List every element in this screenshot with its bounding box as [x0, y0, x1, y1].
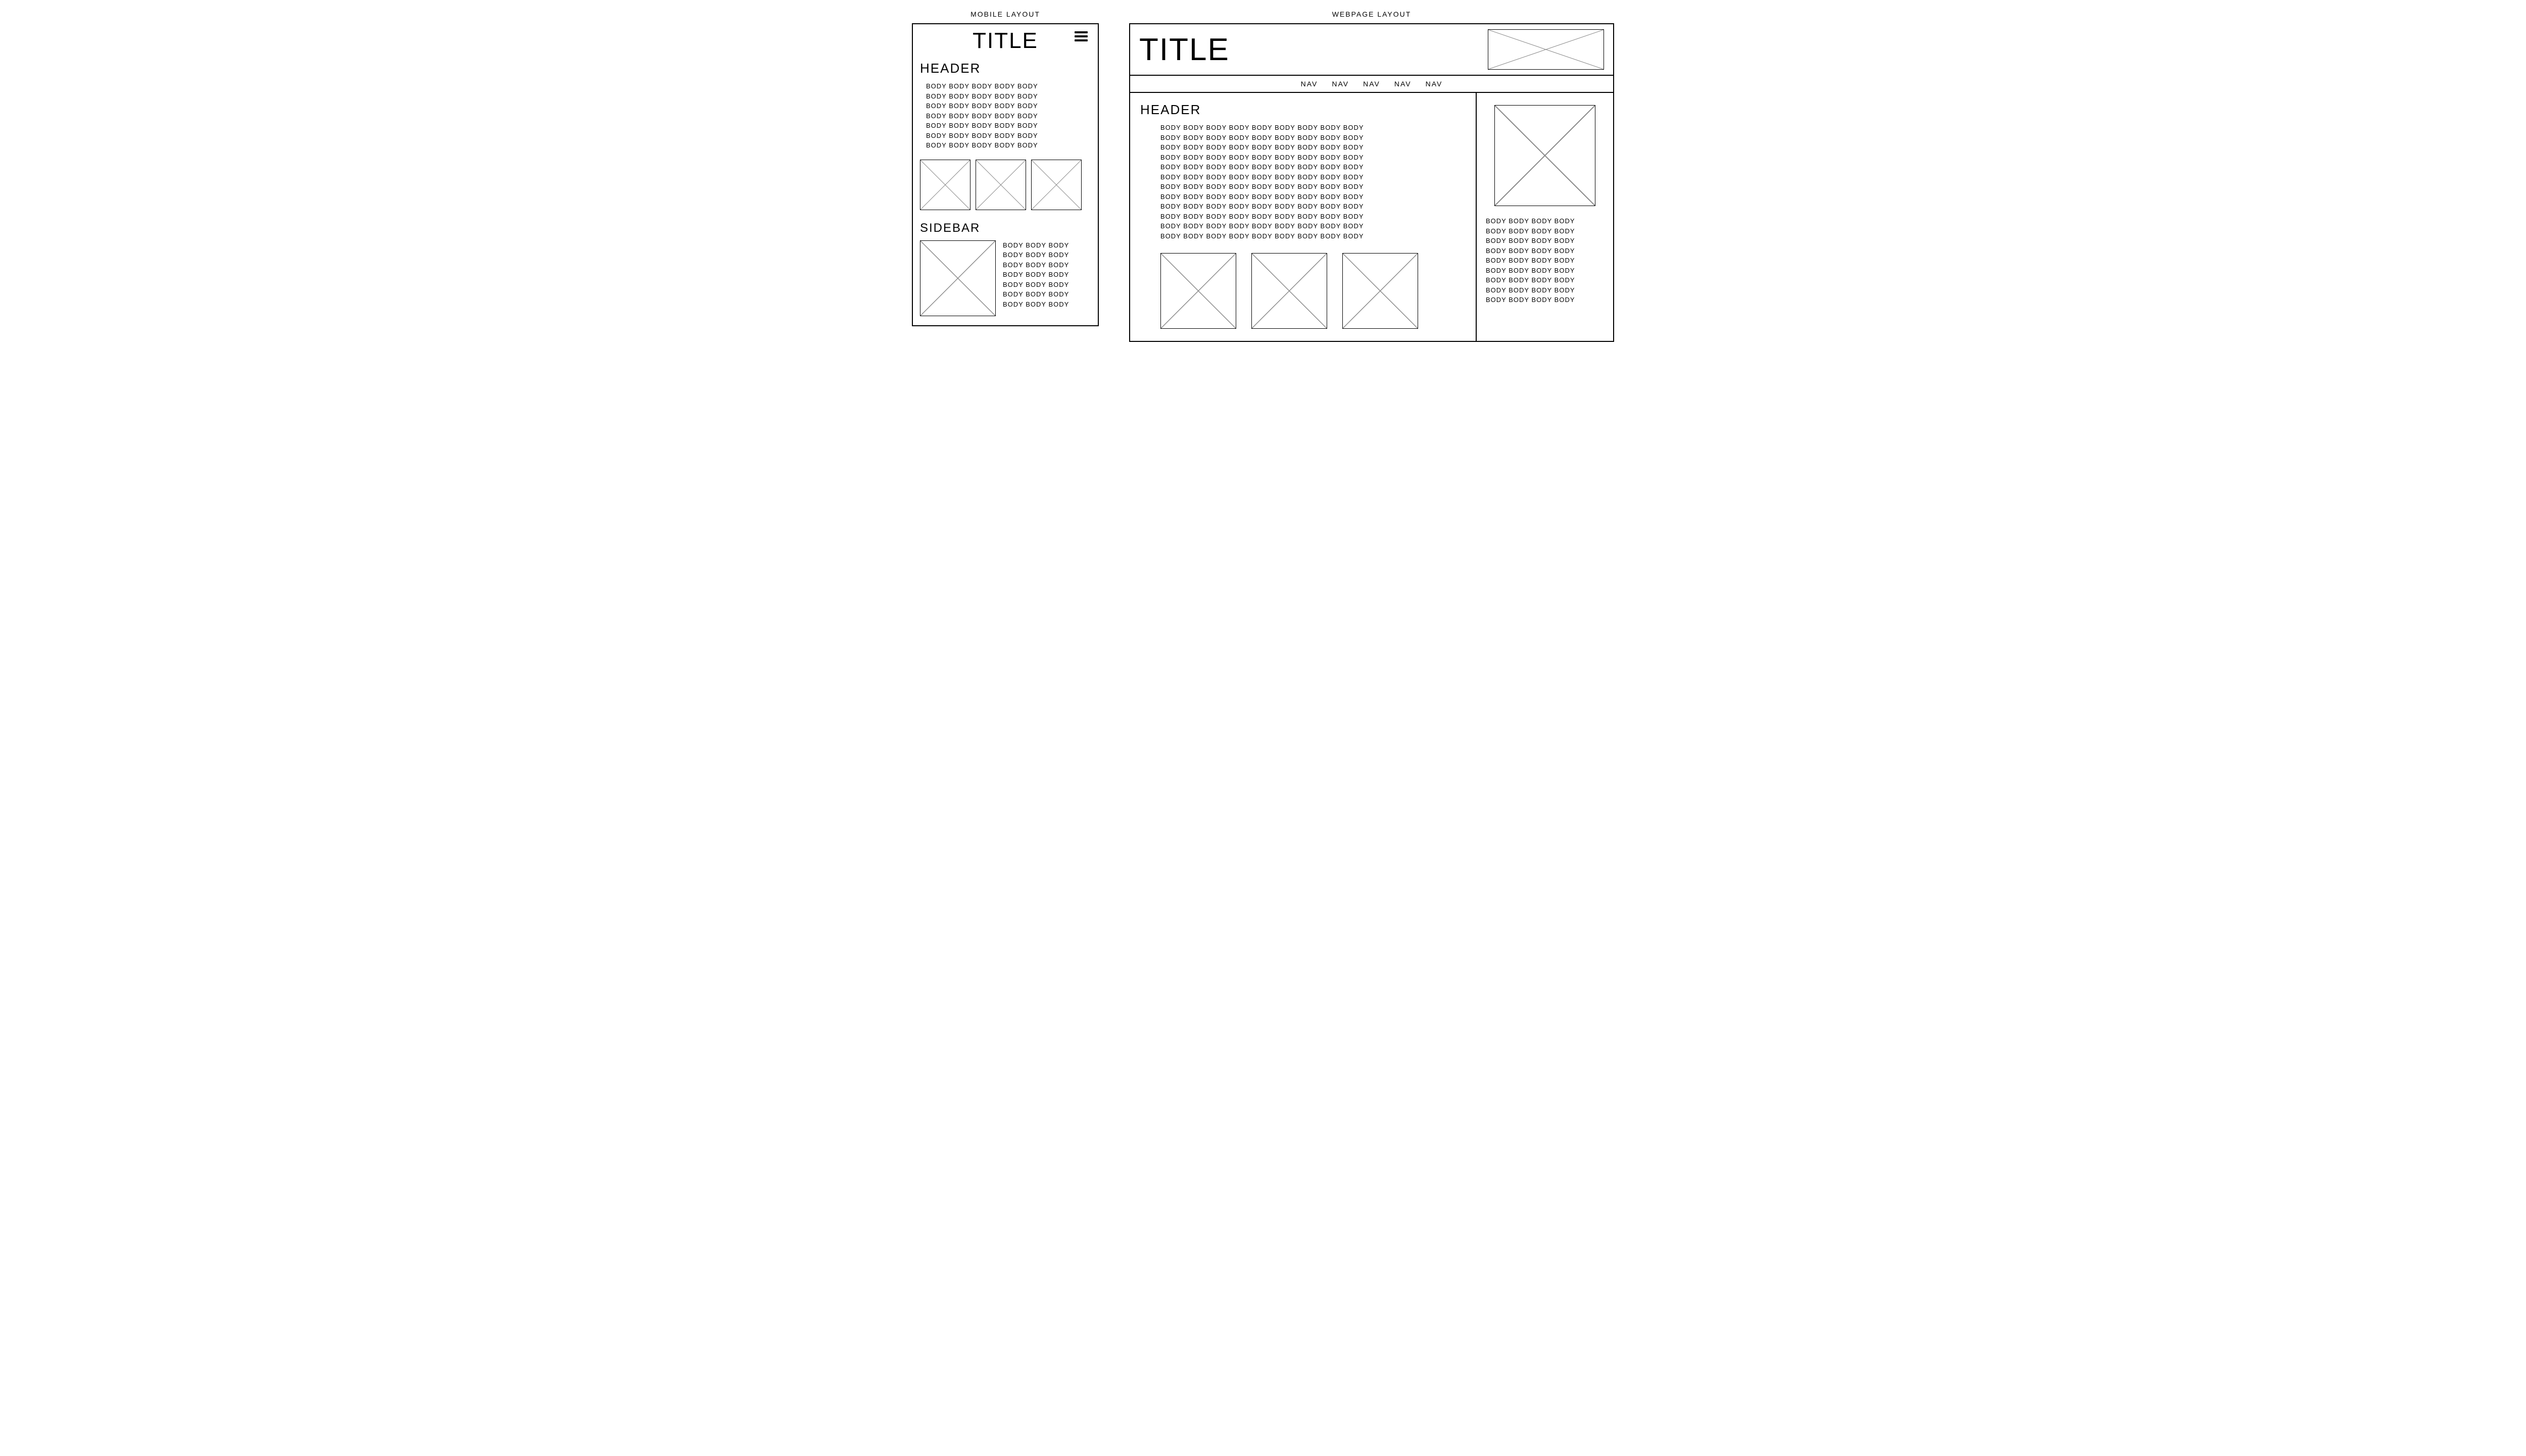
nav-item[interactable]: NAV	[1363, 80, 1380, 88]
nav-item[interactable]: NAV	[1301, 80, 1318, 88]
webpage-layout-label: WEBPAGE LAYOUT	[1129, 10, 1614, 18]
webpage-body-text: BODY BODY BODY BODY BODY BODY BODY BODY …	[1140, 123, 1466, 241]
image-placeholder	[920, 160, 970, 210]
webpage-layout-column: WEBPAGE LAYOUT TITLE NAV NAV NAV NAV NAV…	[1129, 10, 1614, 342]
webpage-body: HEADER BODY BODY BODY BODY BODY BODY BOD…	[1130, 93, 1613, 341]
webpage-image-row	[1140, 253, 1466, 329]
webpage-titlebar: TITLE	[1130, 24, 1613, 76]
mobile-sidebar-header: SIDEBAR	[920, 221, 1091, 235]
webpage-frame: TITLE NAV NAV NAV NAV NAV HEADER BODY BO…	[1129, 23, 1614, 342]
image-placeholder	[920, 240, 996, 316]
webpage-header: HEADER	[1140, 102, 1466, 118]
webpage-title: TITLE	[1139, 32, 1230, 68]
mobile-image-row	[920, 160, 1091, 210]
mobile-layout-column: MOBILE LAYOUT TITLE HEADER BODY BODY BOD…	[912, 10, 1099, 326]
image-placeholder	[1160, 253, 1236, 329]
webpage-sidebar: BODY BODY BODY BODY BODY BODY BODY BODY …	[1477, 93, 1613, 341]
image-placeholder	[1494, 105, 1595, 206]
mobile-title: TITLE	[920, 28, 1091, 54]
webpage-sidebar-body: BODY BODY BODY BODY BODY BODY BODY BODY …	[1486, 216, 1604, 305]
image-placeholder	[1251, 253, 1327, 329]
mobile-topbar: TITLE	[920, 28, 1091, 54]
mobile-body-text: BODY BODY BODY BODY BODY BODY BODY BODY …	[920, 81, 1091, 150]
logo-placeholder	[1488, 29, 1604, 70]
mobile-sidebar-body: BODY BODY BODY BODY BODY BODY BODY BODY …	[1003, 240, 1069, 310]
nav-item[interactable]: NAV	[1426, 80, 1443, 88]
navbar: NAV NAV NAV NAV NAV	[1130, 76, 1613, 93]
mobile-layout-label: MOBILE LAYOUT	[912, 10, 1099, 18]
mobile-sidebar-row: BODY BODY BODY BODY BODY BODY BODY BODY …	[920, 240, 1091, 316]
responsive-layout-diagram: MOBILE LAYOUT TITLE HEADER BODY BODY BOD…	[25, 10, 2501, 342]
hamburger-icon[interactable]	[1075, 31, 1088, 41]
mobile-frame: TITLE HEADER BODY BODY BODY BODY BODY BO…	[912, 23, 1099, 326]
image-placeholder	[976, 160, 1026, 210]
webpage-main: HEADER BODY BODY BODY BODY BODY BODY BOD…	[1130, 93, 1477, 341]
nav-item[interactable]: NAV	[1394, 80, 1412, 88]
mobile-header: HEADER	[920, 61, 1091, 76]
image-placeholder	[1031, 160, 1082, 210]
image-placeholder	[1342, 253, 1418, 329]
nav-item[interactable]: NAV	[1332, 80, 1349, 88]
